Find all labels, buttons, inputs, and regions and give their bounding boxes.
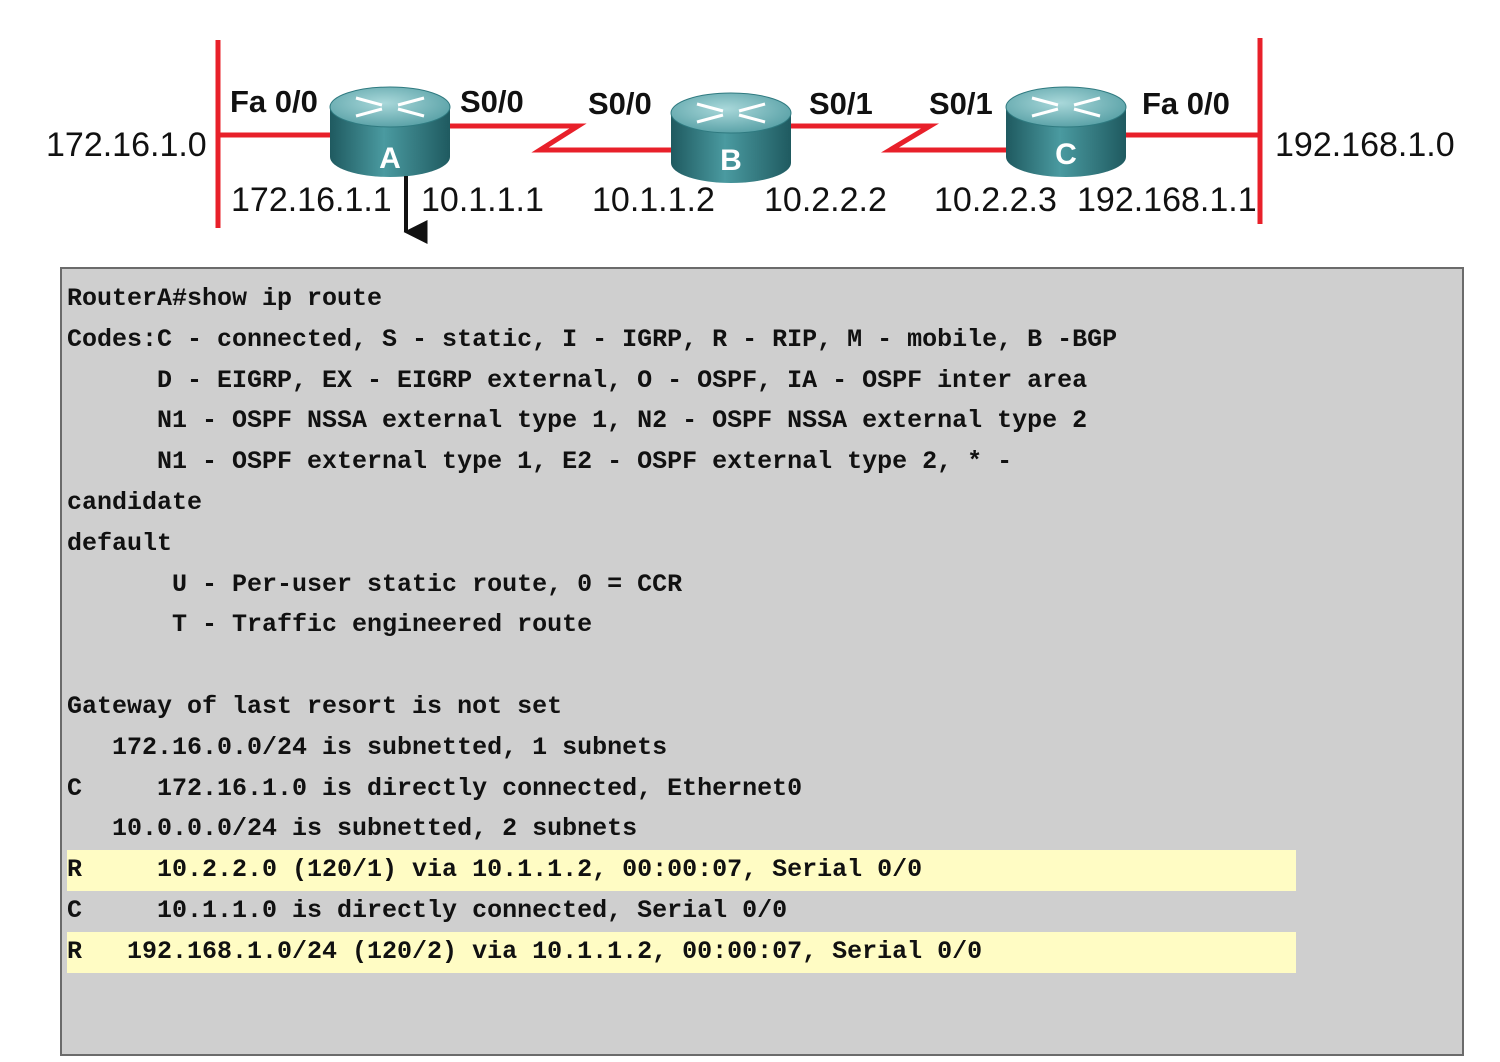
terminal-line: candidate (67, 487, 203, 517)
terminal-line: RouterA#show ip route (67, 284, 383, 313)
router-c-right-ip: 192.168.1.1 (1077, 181, 1257, 219)
network-topology-diagram: A B C 172.16.1.0 192.168.1.0 Fa 0/0 S0/0… (46, 38, 1455, 244)
terminal-line: U - Per-user static route, 0 = CCR (67, 569, 683, 599)
terminal-line: N1 - OSPF external type 1, E2 - OSPF ext… (67, 447, 1013, 477)
terminal-line: T - Traffic engineered route (67, 610, 593, 640)
terminal-line: 10.0.0.0/24 is subnetted, 2 subnets (67, 814, 638, 844)
terminal-output-panel: RouterA#show ip route Codes:C - connecte… (60, 267, 1464, 1056)
terminal-line-rip-route: R 10.2.2.0 (120/1) via 10.1.1.2, 00:00:0… (67, 850, 1296, 891)
router-b-letter: B (720, 144, 742, 177)
router-c-left-ip: 10.2.2.3 (934, 181, 1057, 219)
router-c-letter: C (1055, 138, 1077, 171)
router-c-left-interface: S0/1 (929, 86, 993, 121)
terminal-line: C 172.16.1.0 is directly connected, Ethe… (67, 773, 803, 803)
terminal-lines: RouterA#show ip route Codes:C - connecte… (67, 279, 1462, 973)
router-a-right-ip: 10.1.1.1 (421, 181, 544, 219)
serial-link-a-b (448, 123, 672, 153)
router-b-right-ip: 10.2.2.2 (764, 181, 887, 219)
router-c: C (1005, 86, 1127, 177)
terminal-line: default (67, 528, 173, 558)
terminal-line: N1 - OSPF NSSA external type 1, N2 - OSP… (67, 406, 1088, 436)
terminal-line: C 10.1.1.0 is directly connected, Serial… (67, 895, 788, 925)
terminal-line: Gateway of last resort is not set (67, 691, 563, 721)
router-b-right-interface: S0/1 (809, 86, 873, 121)
router-a-left-ip: 172.16.1.1 (231, 181, 392, 219)
router-c-right-interface: Fa 0/0 (1142, 86, 1230, 121)
terminal-line: 172.16.0.0/24 is subnetted, 1 subnets (67, 732, 668, 762)
terminal-line: Codes:C - connected, S - static, I - IGR… (67, 324, 1118, 354)
terminal-line-rip-route: R 192.168.1.0/24 (120/2) via 10.1.1.2, 0… (67, 931, 1296, 973)
router-a-left-interface: Fa 0/0 (230, 84, 318, 119)
router-a: A (329, 86, 451, 177)
network-label-left: 172.16.1.0 (46, 126, 207, 164)
router-b: B (670, 92, 792, 183)
router-a-right-interface: S0/0 (460, 84, 524, 119)
terminal-line: D - EIGRP, EX - EIGRP external, O - OSPF… (67, 365, 1088, 395)
network-label-right: 192.168.1.0 (1275, 126, 1455, 164)
router-b-left-interface: S0/0 (588, 86, 652, 121)
router-b-left-ip: 10.1.1.2 (592, 181, 715, 219)
serial-link-b-c (790, 123, 1008, 153)
router-a-letter: A (379, 142, 401, 175)
